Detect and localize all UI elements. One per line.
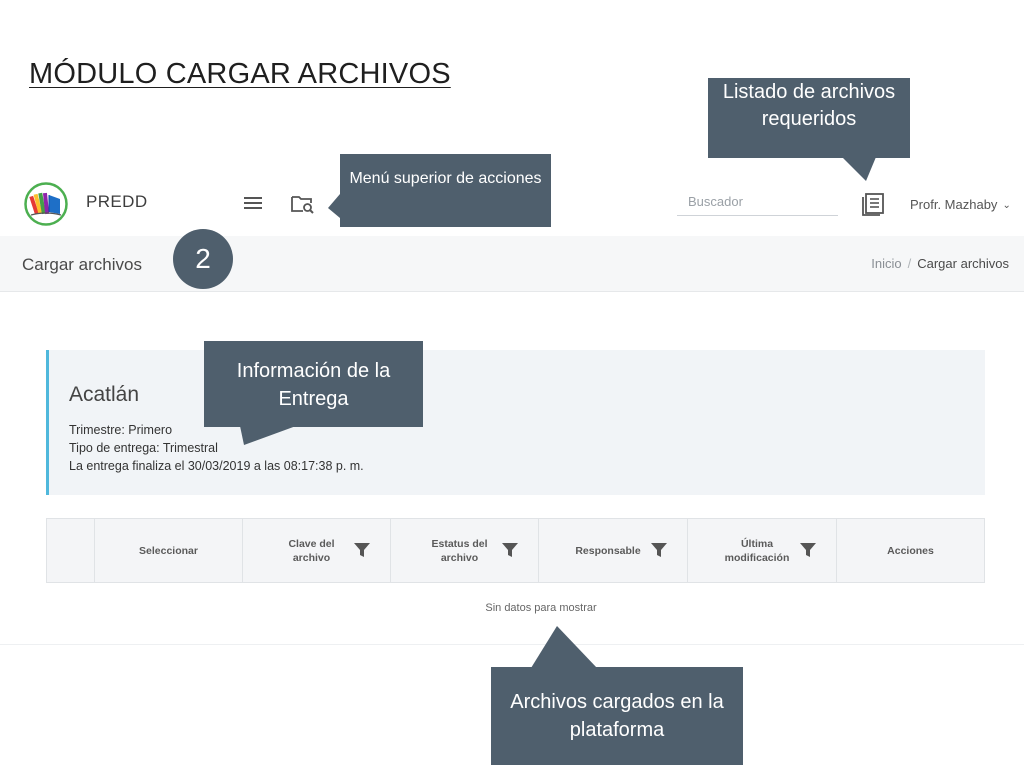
delivery-deadline: La entrega finaliza el 30/03/2019 a las … (69, 459, 364, 473)
document-list-icon[interactable] (860, 192, 886, 216)
breadcrumb-current: Cargar archivos (917, 256, 1009, 271)
filter-icon[interactable] (651, 543, 667, 557)
callout-top-menu: Menú superior de acciones (328, 154, 551, 227)
page-header-bar: Cargar archivos Inicio / Cargar archivos (0, 236, 1024, 292)
column-label: Estatus del archivo (431, 537, 488, 564)
callout-pointer (240, 426, 296, 445)
brand-name: PREDD (86, 192, 148, 211)
files-table-header: Seleccionar Clave del archivo Estatus de… (46, 518, 985, 583)
callout-text: Información de la Entrega (236, 360, 391, 410)
column-label: Responsable (575, 544, 641, 557)
callout-uploaded-files: Archivos cargados en la plataforma (491, 626, 743, 765)
books-logo[interactable] (24, 182, 68, 226)
delivery-title: Acatlán (69, 383, 140, 406)
step-number-badge: 2 (173, 229, 233, 289)
callout-pointer (531, 626, 597, 668)
breadcrumb-separator: / (907, 256, 912, 271)
delivery-type: Tipo de entrega: Trimestral (69, 441, 218, 455)
page-title: Cargar archivos (22, 255, 142, 274)
hamburger-menu-icon[interactable] (243, 194, 263, 212)
slide-title: MÓDULO CARGAR ARCHIVOS (29, 58, 451, 90)
filter-icon[interactable] (800, 543, 816, 557)
divider (0, 644, 1024, 645)
callout-text: Archivos cargados en la plataforma (510, 691, 724, 741)
callout-pointer (842, 157, 876, 181)
column-header-file-status[interactable]: Estatus del archivo (390, 519, 538, 582)
delivery-info-card: Acatlán Trimestre: Primero Tipo de entre… (46, 350, 985, 495)
callout-text: Menú superior de acciones (349, 170, 542, 187)
filter-icon[interactable] (502, 543, 518, 557)
column-header-actions[interactable]: Acciones (836, 519, 985, 582)
callout-pointer (328, 194, 340, 218)
column-label: Clave del archivo (288, 537, 335, 564)
column-label: Seleccionar (139, 544, 198, 557)
filter-icon[interactable] (354, 543, 370, 557)
chevron-down-icon: ⌄ (1002, 200, 1011, 211)
column-header-select[interactable]: Seleccionar (94, 519, 242, 582)
search-input[interactable] (677, 188, 838, 216)
callout-text: Listado de archivos requeridos (722, 81, 896, 130)
breadcrumb: Inicio / Cargar archivos (871, 256, 1009, 271)
callout-delivery-info: Información de la Entrega (204, 341, 423, 445)
folder-search-icon[interactable] (290, 192, 316, 216)
column-header-owner[interactable]: Responsable (538, 519, 687, 582)
column-header-last-modified[interactable]: Última modificación (687, 519, 836, 582)
column-label: Última modificación (724, 537, 790, 564)
empty-table-message: Sin datos para mostrar (485, 602, 597, 614)
callout-required-files: Listado de archivos requeridos (708, 78, 910, 181)
column-header-file-key[interactable]: Clave del archivo (242, 519, 390, 582)
user-name: Profr. Mazhaby (910, 197, 998, 212)
user-menu[interactable]: Profr. Mazhaby ⌄ (910, 197, 1011, 212)
breadcrumb-home-link[interactable]: Inicio (871, 256, 901, 271)
delivery-quarter: Trimestre: Primero (69, 423, 173, 437)
column-label: Acciones (887, 544, 934, 557)
column-header-blank (46, 519, 94, 582)
